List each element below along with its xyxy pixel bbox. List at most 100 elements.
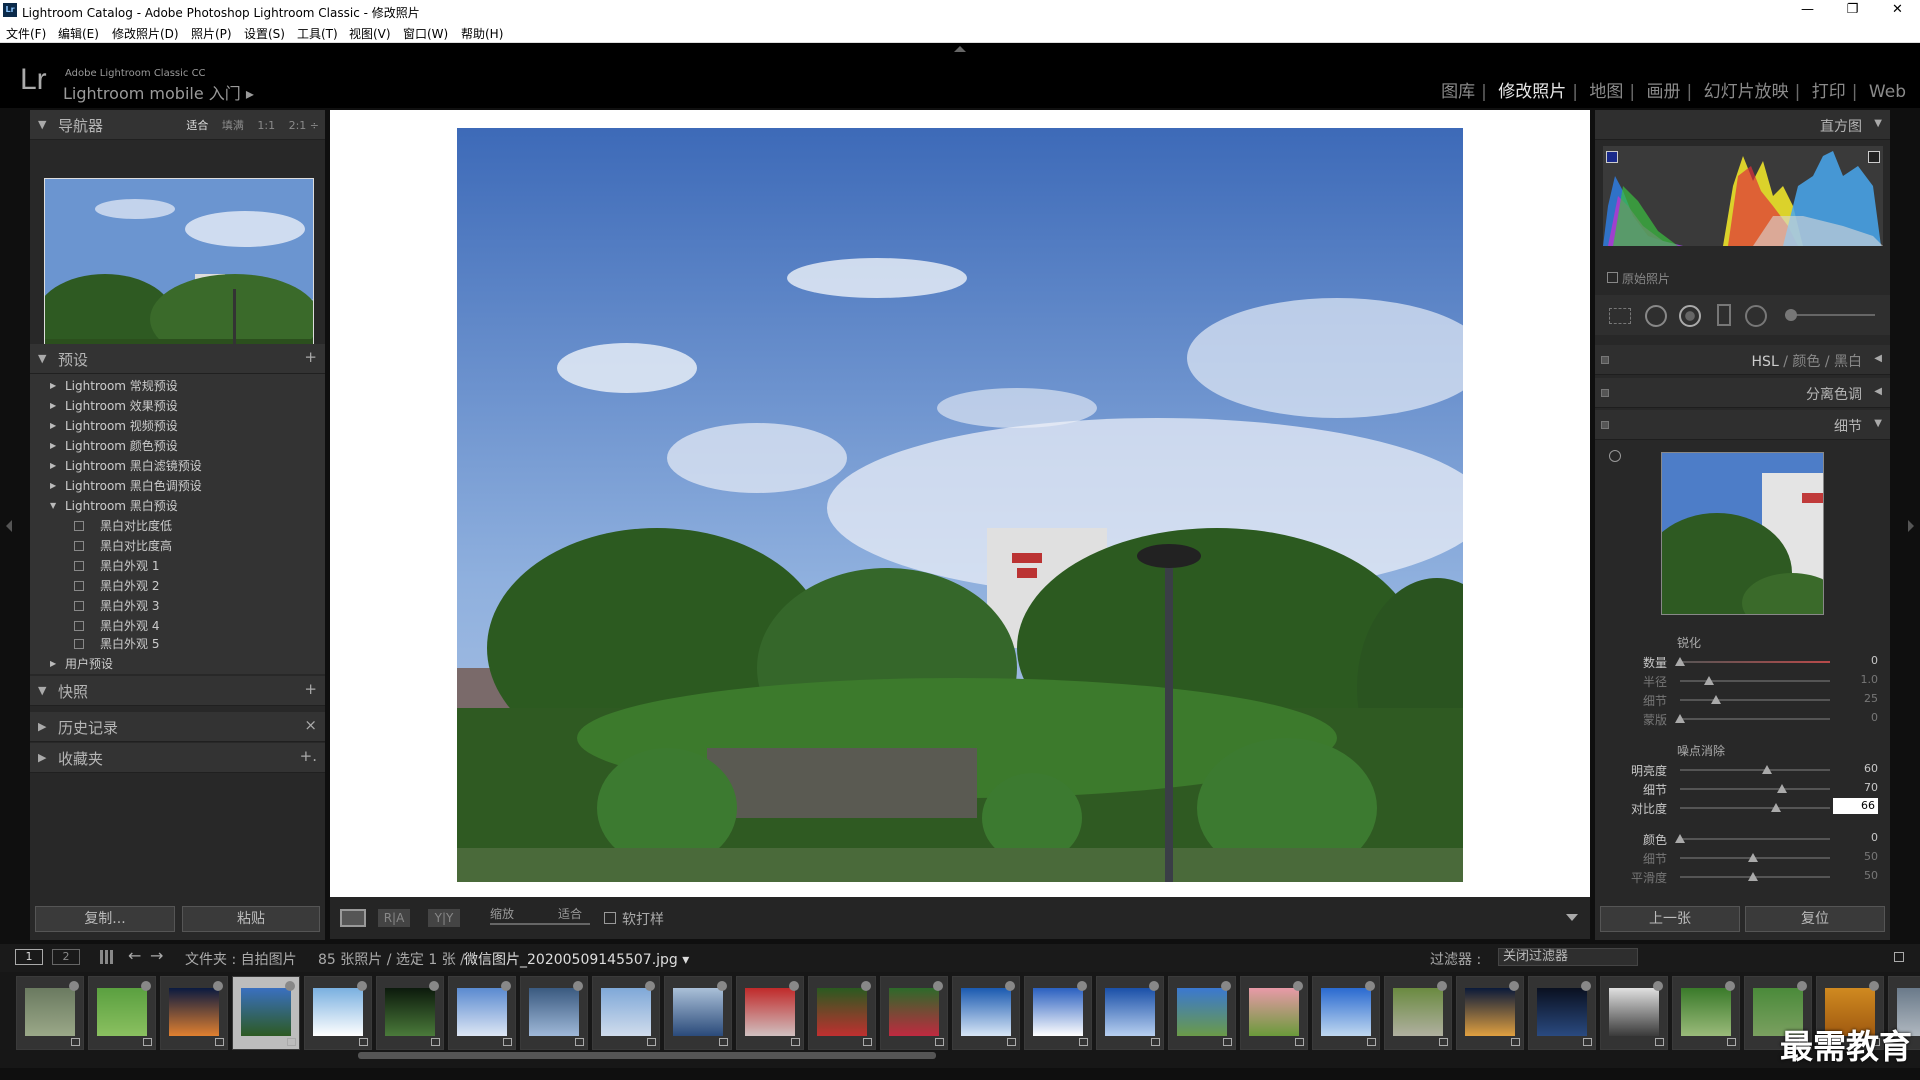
- module-library[interactable]: 图库: [1435, 82, 1481, 102]
- histogram-header[interactable]: 直方图 ▼: [1595, 110, 1890, 140]
- radial-filter-icon[interactable]: [1745, 305, 1767, 327]
- collapse-right-arrow-icon[interactable]: [1908, 520, 1914, 532]
- main-photo[interactable]: [457, 128, 1463, 882]
- noise-slider-row[interactable]: 平滑度 50: [1595, 867, 1890, 886]
- preset-item[interactable]: 黑白外观 4: [30, 616, 325, 636]
- slider-value[interactable]: 50: [1864, 869, 1878, 882]
- noise-slider-row[interactable]: 明亮度 60: [1595, 760, 1890, 779]
- history-header[interactable]: ▶ 历史记录 ×: [30, 712, 325, 742]
- preset-folder[interactable]: ▶ Lightroom 效果预设: [30, 396, 325, 416]
- snapshots-header[interactable]: ▼ 快照 +: [30, 676, 325, 706]
- preset-item[interactable]: 黑白外观 5: [30, 634, 325, 654]
- loupe-view-icon[interactable]: [340, 909, 366, 927]
- softproof-checkbox[interactable]: [604, 912, 616, 924]
- triangle-down-icon[interactable]: ▼: [38, 118, 46, 131]
- filmstrip-thumbnail[interactable]: [88, 976, 156, 1050]
- add-snapshot-icon[interactable]: +: [304, 680, 317, 698]
- menu-photo[interactable]: 照片(P): [191, 25, 232, 42]
- preset-folder[interactable]: ▶ Lightroom 黑白滤镜预设: [30, 456, 325, 476]
- adjustment-brush-slider[interactable]: [1785, 314, 1875, 316]
- slider-thumb[interactable]: [1762, 765, 1772, 774]
- detail-target-icon[interactable]: [1609, 450, 1621, 462]
- menu-tools[interactable]: 工具(T): [297, 25, 338, 42]
- menu-develop[interactable]: 修改照片(D): [112, 25, 179, 42]
- graduated-filter-icon[interactable]: [1717, 304, 1731, 326]
- panel-toggle-switch[interactable]: [1601, 356, 1609, 364]
- filmstrip-thumbnail[interactable]: [952, 976, 1020, 1050]
- sharpen-slider-row[interactable]: 细节 25: [1595, 690, 1890, 709]
- module-map[interactable]: 地图: [1583, 82, 1629, 102]
- filmstrip-thumbnail[interactable]: [1168, 976, 1236, 1050]
- slider-track[interactable]: [1680, 769, 1830, 771]
- filter-select[interactable]: 关闭过滤器: [1498, 948, 1638, 966]
- module-print[interactable]: 打印: [1806, 82, 1852, 102]
- histogram[interactable]: [1603, 146, 1883, 246]
- toolbar-menu-chevron-icon[interactable]: [1566, 914, 1578, 921]
- menu-file[interactable]: 文件(F): [6, 25, 46, 42]
- filmstrip-thumbnail[interactable]: [736, 976, 804, 1050]
- triangle-right-icon[interactable]: ▶: [38, 751, 46, 764]
- triangle-down-icon[interactable]: ▼: [38, 684, 46, 697]
- noise-slider-row[interactable]: 细节 50: [1595, 848, 1890, 867]
- highlight-clipping-indicator[interactable]: [1868, 151, 1880, 163]
- filmstrip-thumbnail[interactable]: [808, 976, 876, 1050]
- color-tab[interactable]: 颜色: [1792, 354, 1820, 370]
- maximize-button[interactable]: ❐: [1830, 0, 1875, 22]
- secondary-window-button[interactable]: 2: [52, 949, 80, 965]
- zoom-1-1[interactable]: 1:1: [257, 119, 275, 132]
- slider-track[interactable]: [1680, 718, 1830, 720]
- menu-view[interactable]: 视图(V): [349, 25, 391, 42]
- triangle-right-icon[interactable]: ▶: [38, 720, 46, 733]
- slider-track[interactable]: [1680, 661, 1830, 663]
- collections-header[interactable]: ▶ 收藏夹 +.: [30, 743, 325, 773]
- collapse-left-arrow-icon[interactable]: [6, 520, 12, 532]
- red-eye-icon[interactable]: [1679, 305, 1701, 327]
- menu-edit[interactable]: 编辑(E): [58, 25, 99, 42]
- menu-help[interactable]: 帮助(H): [461, 25, 503, 42]
- menu-settings[interactable]: 设置(S): [244, 25, 285, 42]
- filmstrip-thumbnail[interactable]: [1312, 976, 1380, 1050]
- filmstrip-thumbnail[interactable]: [1384, 976, 1452, 1050]
- panel-toggle-switch[interactable]: [1601, 421, 1609, 429]
- forward-arrow-icon[interactable]: →: [150, 946, 163, 965]
- module-book[interactable]: 画册: [1641, 82, 1687, 102]
- menu-window[interactable]: 窗口(W): [403, 25, 448, 42]
- slider-track[interactable]: [1680, 680, 1830, 682]
- grid-view-icon[interactable]: [100, 950, 114, 964]
- crop-overlay-icon[interactable]: [1609, 308, 1631, 324]
- source-folder[interactable]: 文件夹 : 自拍图片: [185, 949, 297, 969]
- module-develop[interactable]: 修改照片: [1492, 82, 1572, 102]
- noise-slider-row[interactable]: 细节 70: [1595, 779, 1890, 798]
- current-filename[interactable]: 微信图片_20200509145507.jpg ▾: [464, 949, 689, 969]
- zoom-fill[interactable]: 填满: [222, 119, 244, 132]
- spot-removal-icon[interactable]: [1645, 305, 1667, 327]
- filmstrip-thumbnail[interactable]: [304, 976, 372, 1050]
- filmstrip-thumbnail[interactable]: [520, 976, 588, 1050]
- slider-thumb[interactable]: [1704, 676, 1714, 685]
- zoom-fit[interactable]: 适合: [186, 119, 208, 132]
- filmstrip-scrollbar[interactable]: [358, 1052, 936, 1059]
- slider-thumb[interactable]: [1776, 784, 1787, 793]
- slider-value[interactable]: 50: [1864, 850, 1878, 863]
- slider-track[interactable]: [1680, 838, 1830, 840]
- filter-lock-icon[interactable]: [1894, 952, 1904, 962]
- preset-item[interactable]: 黑白对比度低: [30, 516, 325, 536]
- slider-value[interactable]: 0: [1871, 711, 1878, 724]
- sharpen-slider-row[interactable]: 数量 0: [1595, 652, 1890, 671]
- preset-folder[interactable]: ▶ Lightroom 颜色预设: [30, 436, 325, 456]
- slider-value[interactable]: 70: [1864, 781, 1878, 794]
- slider-thumb[interactable]: [1770, 803, 1781, 812]
- filmstrip-thumbnail[interactable]: [16, 976, 84, 1050]
- back-arrow-icon[interactable]: ←: [128, 946, 141, 965]
- noise-slider-row[interactable]: 对比度 66: [1595, 798, 1890, 817]
- add-preset-icon[interactable]: +: [304, 348, 317, 366]
- triangle-down-icon[interactable]: ▼: [1874, 118, 1882, 129]
- preset-folder-open[interactable]: ▼ Lightroom 黑白预设: [30, 496, 325, 516]
- preset-folder[interactable]: ▶ Lightroom 视频预设: [30, 416, 325, 436]
- slider-track[interactable]: [1680, 699, 1830, 701]
- hsl-header[interactable]: HSL / 颜色 / 黑白 ◀: [1595, 345, 1890, 375]
- filmstrip-thumbnail[interactable]: [1528, 976, 1596, 1050]
- panel-toggle-switch[interactable]: [1601, 389, 1609, 397]
- filmstrip-thumbnail[interactable]: [376, 976, 444, 1050]
- zoom-2-1[interactable]: 2:1 ÷: [289, 119, 319, 132]
